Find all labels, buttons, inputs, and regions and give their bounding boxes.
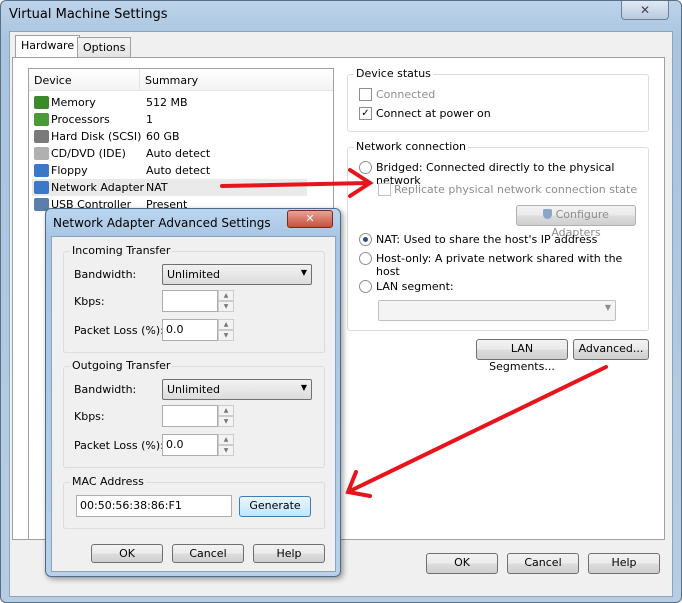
annotation-arrows bbox=[220, 168, 608, 498]
annotation-arrow-1 bbox=[220, 168, 374, 198]
annotation-arrow-2 bbox=[345, 365, 608, 498]
